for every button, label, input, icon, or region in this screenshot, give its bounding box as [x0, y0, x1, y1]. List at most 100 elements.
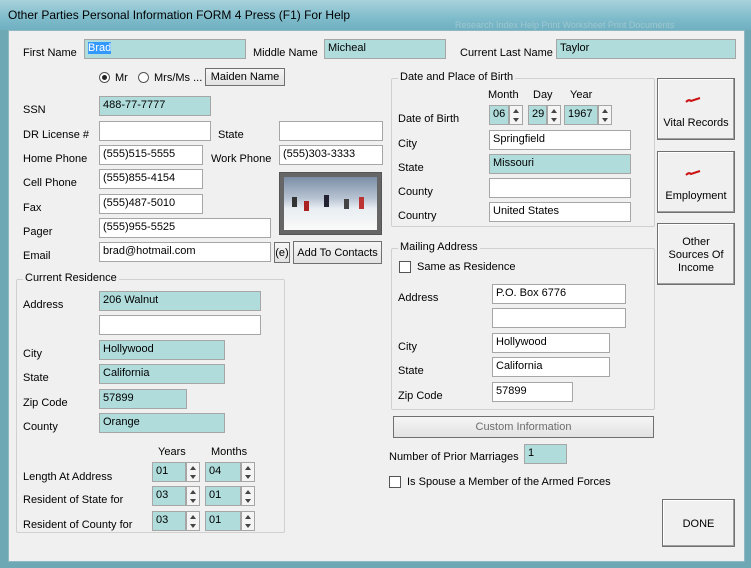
- spin-arrows-icon[interactable]: [186, 511, 200, 531]
- work-phone-field[interactable]: (555)303-3333: [279, 145, 383, 165]
- email-field[interactable]: brad@hotmail.com: [99, 242, 271, 262]
- other-income-line2: Sources Of: [668, 249, 724, 261]
- cell-phone-label: Cell Phone: [23, 177, 77, 189]
- mail-address2-field[interactable]: [492, 308, 626, 328]
- mr-label: Mr: [115, 72, 128, 84]
- mail-city-field[interactable]: Hollywood: [492, 333, 610, 353]
- other-income-line1: Other: [682, 236, 710, 248]
- current-residence-caption: Current Residence: [23, 272, 119, 284]
- res-state-label: State: [23, 372, 49, 384]
- state-years-value[interactable]: 03: [152, 486, 186, 506]
- res-county-field[interactable]: Orange: [99, 413, 225, 433]
- length-years-value[interactable]: 01: [152, 462, 186, 482]
- birth-country-label: Country: [398, 210, 437, 222]
- year-header: Year: [570, 89, 593, 101]
- birth-city-field[interactable]: Springfield: [489, 130, 631, 150]
- res-county-label: County: [23, 421, 58, 433]
- photo-frame[interactable]: [279, 172, 382, 235]
- other-sources-of-income-button[interactable]: Other Sources Of Income: [657, 223, 735, 285]
- spin-arrows-icon[interactable]: [186, 462, 200, 482]
- res-zip-label: Zip Code: [23, 397, 68, 409]
- window: Other Parties Personal Information FORM …: [0, 0, 751, 568]
- dob-month-value[interactable]: 06: [489, 105, 509, 125]
- employment-button[interactable]: Employment: [657, 151, 735, 213]
- same-as-residence-checkbox[interactable]: [399, 261, 411, 273]
- prior-marriages-field[interactable]: 1: [524, 444, 567, 464]
- spin-arrows-icon[interactable]: [241, 462, 255, 482]
- dl-state-field[interactable]: [279, 121, 383, 141]
- ssn-field[interactable]: 488-77-7777: [99, 96, 211, 116]
- resident-county-label: Resident of County for: [23, 519, 133, 531]
- county-months-value[interactable]: 01: [205, 511, 241, 531]
- email-label: Email: [23, 250, 51, 262]
- done-button[interactable]: DONE: [662, 499, 735, 547]
- spin-arrows-icon[interactable]: [186, 486, 200, 506]
- birth-county-field[interactable]: [489, 178, 631, 198]
- mrs-radio[interactable]: [138, 72, 149, 83]
- birth-state-field[interactable]: Missouri: [489, 154, 631, 174]
- mr-radio[interactable]: [99, 72, 110, 83]
- mail-zip-field[interactable]: 57899: [492, 382, 573, 402]
- pager-field[interactable]: (555)955-5525: [99, 218, 271, 238]
- armed-forces-label: Is Spouse a Member of the Armed Forces: [407, 476, 611, 488]
- mail-city-label: City: [398, 341, 417, 353]
- dob-day-value[interactable]: 29: [528, 105, 547, 125]
- res-state-field[interactable]: California: [99, 364, 225, 384]
- spin-arrows-icon[interactable]: [547, 105, 561, 125]
- birth-state-label: State: [398, 162, 424, 174]
- cell-phone-field[interactable]: (555)855-4154: [99, 169, 203, 189]
- vital-records-button[interactable]: Vital Records: [657, 78, 735, 140]
- mailing-caption: Mailing Address: [398, 241, 480, 253]
- pager-label: Pager: [23, 226, 53, 238]
- fax-field[interactable]: (555)487-5010: [99, 194, 203, 214]
- res-city-field[interactable]: Hollywood: [99, 340, 225, 360]
- title-bar: Other Parties Personal Information FORM …: [0, 0, 751, 30]
- res-address1-field[interactable]: 206 Walnut: [99, 291, 261, 311]
- mail-address-label: Address: [398, 292, 439, 304]
- length-at-address-label: Length At Address: [23, 471, 113, 483]
- first-name-field[interactable]: Brad: [84, 39, 246, 59]
- birth-country-field[interactable]: United States: [489, 202, 631, 222]
- dob-year-value[interactable]: 1967: [564, 105, 598, 125]
- prior-marriages-label: Number of Prior Marriages: [389, 451, 519, 463]
- birth-city-label: City: [398, 138, 417, 150]
- county-years-value[interactable]: 03: [152, 511, 186, 531]
- spin-arrows-icon[interactable]: [241, 511, 255, 531]
- ski-photo: [284, 177, 377, 230]
- red-check-icon: [685, 97, 701, 103]
- state-months-value[interactable]: 01: [205, 486, 241, 506]
- armed-forces-checkbox[interactable]: [389, 476, 401, 488]
- spin-arrows-icon[interactable]: [598, 105, 612, 125]
- other-income-line3: Income: [677, 262, 715, 274]
- same-as-residence-label: Same as Residence: [417, 261, 516, 273]
- ssn-label: SSN: [23, 104, 46, 116]
- red-check-icon: [685, 170, 701, 176]
- window-title: Other Parties Personal Information FORM …: [8, 8, 351, 22]
- mail-zip-label: Zip Code: [398, 390, 443, 402]
- dl-field[interactable]: [99, 121, 211, 141]
- mail-state-field[interactable]: California: [492, 357, 610, 377]
- length-months-value[interactable]: 04: [205, 462, 241, 482]
- spin-arrows-icon[interactable]: [509, 105, 523, 125]
- add-to-contacts-button[interactable]: Add To Contacts: [293, 241, 382, 264]
- spin-arrows-icon[interactable]: [241, 486, 255, 506]
- res-zip-field[interactable]: 57899: [99, 389, 187, 409]
- home-phone-field[interactable]: (555)515-5555: [99, 145, 203, 165]
- maiden-name-button[interactable]: Maiden Name: [205, 68, 285, 86]
- work-phone-label: Work Phone: [211, 153, 272, 165]
- background-ghost-text: Research Index Help Print Worksheet Prin…: [455, 20, 675, 30]
- employment-label: Employment: [665, 190, 727, 202]
- dl-label: DR License #: [23, 129, 90, 141]
- years-header: Years: [158, 446, 186, 458]
- birth-county-label: County: [398, 186, 433, 198]
- middle-name-field[interactable]: Micheal: [324, 39, 446, 59]
- last-name-field[interactable]: Taylor: [556, 39, 736, 59]
- mail-address1-field[interactable]: P.O. Box 6776: [492, 284, 626, 304]
- email-button[interactable]: (e): [274, 242, 290, 263]
- home-phone-label: Home Phone: [23, 153, 88, 165]
- first-name-value: Brad: [88, 42, 112, 54]
- dob-label: Date of Birth: [398, 113, 460, 125]
- resident-state-label: Resident of State for: [23, 494, 124, 506]
- custom-information-button[interactable]: Custom Information: [393, 416, 654, 438]
- res-address2-field[interactable]: [99, 315, 261, 335]
